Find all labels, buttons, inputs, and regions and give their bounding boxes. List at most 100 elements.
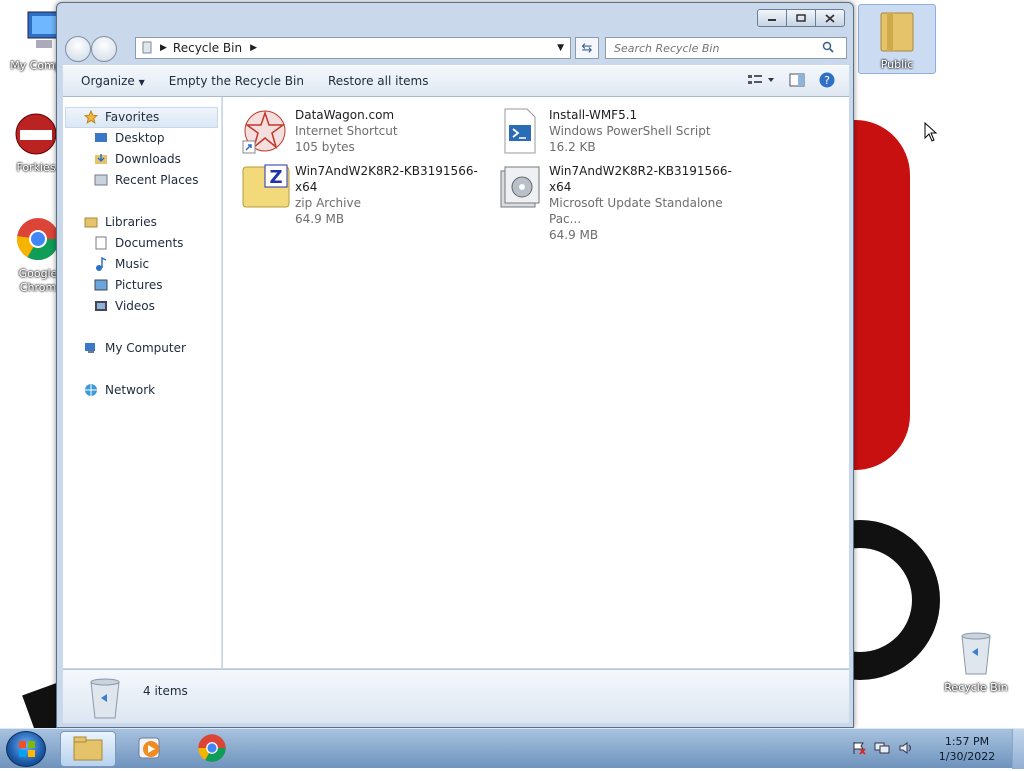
file-list: DataWagon.com Internet Shortcut 105 byte… — [223, 97, 849, 668]
action-center-flag-icon[interactable] — [852, 741, 866, 758]
desktop-icon-recycle-bin[interactable]: Recycle Bin — [936, 630, 1016, 694]
clock-time: 1:57 PM — [944, 735, 990, 748]
file-name: Win7AndW2K8R2-KB3191566-x64 — [549, 164, 732, 194]
search-input[interactable] — [612, 40, 822, 56]
forward-button[interactable] — [91, 36, 117, 62]
zip-archive-icon: Z — [241, 163, 291, 211]
file-item[interactable]: Z Win7AndW2K8R2-KB3191566-x64 zip Archiv… — [241, 163, 491, 226]
breadcrumb-recycle-bin[interactable]: Recycle Bin — [173, 41, 242, 55]
file-type: zip Archive — [295, 196, 361, 210]
nav-item-recent-places[interactable]: Recent Places — [93, 170, 198, 190]
help-icon[interactable]: ? — [819, 72, 835, 91]
computer-icon — [83, 340, 99, 356]
windows-logo-icon — [19, 741, 35, 757]
system-tray: 1:57 PM 1/30/2022 — [852, 729, 1024, 769]
nav-item-desktop[interactable]: Desktop — [93, 128, 165, 148]
desktop-icon-public[interactable]: Public — [858, 4, 936, 74]
nav-label: Desktop — [115, 131, 165, 145]
taskbar-media-player-button[interactable] — [122, 731, 178, 767]
file-item[interactable]: DataWagon.com Internet Shortcut 105 byte… — [241, 107, 491, 157]
nav-label: Downloads — [115, 152, 181, 166]
pictures-icon — [93, 277, 109, 293]
svg-text:?: ? — [824, 74, 830, 87]
file-type: Internet Shortcut — [295, 124, 398, 138]
svg-text:Z: Z — [269, 167, 282, 188]
file-type: Windows PowerShell Script — [549, 124, 711, 138]
recycle-bin-icon — [85, 676, 125, 723]
show-desktop-button[interactable] — [1012, 729, 1024, 769]
file-item[interactable]: Win7AndW2K8R2-KB3191566-x64 Microsoft Up… — [495, 163, 745, 242]
desktop-icon-label: Recycle Bin — [944, 681, 1008, 694]
start-button[interactable] — [6, 731, 46, 767]
network-status-icon[interactable] — [874, 741, 890, 758]
web-shortcut-icon — [241, 107, 291, 155]
nav-label: Network — [105, 383, 156, 397]
file-size: 64.9 MB — [295, 212, 345, 226]
minimize-button[interactable] — [757, 9, 787, 27]
nav-label: Videos — [115, 299, 155, 313]
nav-label: Libraries — [105, 215, 157, 229]
taskbar-chrome-button[interactable] — [184, 731, 240, 767]
nav-item-network[interactable]: Network — [83, 380, 155, 400]
navigation-pane: Favorites Desktop Downloads Recent Place… — [63, 97, 222, 668]
desktop-icon — [93, 130, 109, 146]
organize-button[interactable]: Organize ▼ — [63, 74, 157, 88]
item-count: 4 items — [143, 684, 188, 698]
nav-item-libraries[interactable]: Libraries — [83, 212, 157, 232]
address-field[interactable]: ▶ Recycle Bin ▶ ▼ — [135, 37, 571, 59]
close-button[interactable] — [815, 9, 845, 27]
recycle-bin-icon — [936, 630, 1016, 679]
view-controls: ? — [747, 72, 835, 91]
nav-label: My Computer — [105, 341, 186, 355]
star-icon — [83, 109, 99, 125]
clock[interactable]: 1:57 PM 1/30/2022 — [922, 734, 1012, 764]
empty-recycle-bin-button[interactable]: Empty the Recycle Bin — [157, 74, 316, 88]
nav-item-favorites[interactable]: Favorites — [83, 107, 159, 127]
nav-item-downloads[interactable]: Downloads — [93, 149, 181, 169]
file-item[interactable]: Install-WMF5.1 Windows PowerShell Script… — [495, 107, 745, 157]
nav-label: Recent Places — [115, 173, 199, 187]
libraries-icon — [83, 214, 99, 230]
folder-icon — [859, 9, 935, 56]
nav-item-documents[interactable]: Documents — [93, 233, 183, 253]
taskbar: 1:57 PM 1/30/2022 — [0, 728, 1024, 769]
file-name: Win7AndW2K8R2-KB3191566-x64 — [295, 164, 478, 194]
nav-label: Pictures — [115, 278, 163, 292]
videos-icon — [93, 298, 109, 314]
breadcrumb-arrow-icon[interactable]: ▶ — [160, 43, 167, 53]
volume-icon[interactable] — [898, 741, 914, 758]
organize-label: Organize — [81, 74, 135, 88]
music-icon — [93, 256, 109, 272]
file-size: 16.2 KB — [549, 140, 596, 154]
restore-all-items-button[interactable]: Restore all items — [316, 74, 441, 88]
maximize-button[interactable] — [786, 9, 816, 27]
change-view-button[interactable] — [747, 74, 775, 89]
nav-label: Music — [115, 257, 150, 271]
desktop-icon-label: Public — [880, 58, 914, 71]
network-icon — [83, 382, 99, 398]
nav-item-music[interactable]: Music — [93, 254, 149, 274]
recycle-bin-icon — [140, 40, 154, 57]
window-controls — [757, 9, 845, 27]
search-box[interactable] — [605, 37, 847, 59]
preview-pane-button[interactable] — [789, 73, 805, 90]
documents-icon — [93, 235, 109, 251]
nav-item-videos[interactable]: Videos — [93, 296, 155, 316]
chrome-icon — [197, 733, 227, 766]
search-icon[interactable] — [822, 41, 834, 56]
clock-date: 1/30/2022 — [938, 750, 996, 763]
mouse-cursor-icon — [924, 121, 938, 145]
taskbar-explorer-button[interactable] — [60, 731, 116, 767]
media-player-icon — [136, 734, 164, 765]
details-pane: 4 items — [63, 669, 849, 723]
downloads-folder-icon — [93, 151, 109, 167]
breadcrumb-arrow-icon[interactable]: ▶ — [250, 43, 257, 53]
back-button[interactable] — [65, 36, 91, 62]
nav-item-my-computer[interactable]: My Computer — [83, 338, 186, 358]
address-bar-row: ▶ Recycle Bin ▶ ▼ ⇆ — [63, 35, 849, 62]
update-package-icon — [495, 163, 545, 211]
chevron-down-icon[interactable]: ▼ — [557, 43, 564, 53]
powershell-script-icon — [495, 107, 545, 155]
refresh-button[interactable]: ⇆ — [575, 37, 599, 59]
nav-item-pictures[interactable]: Pictures — [93, 275, 163, 295]
